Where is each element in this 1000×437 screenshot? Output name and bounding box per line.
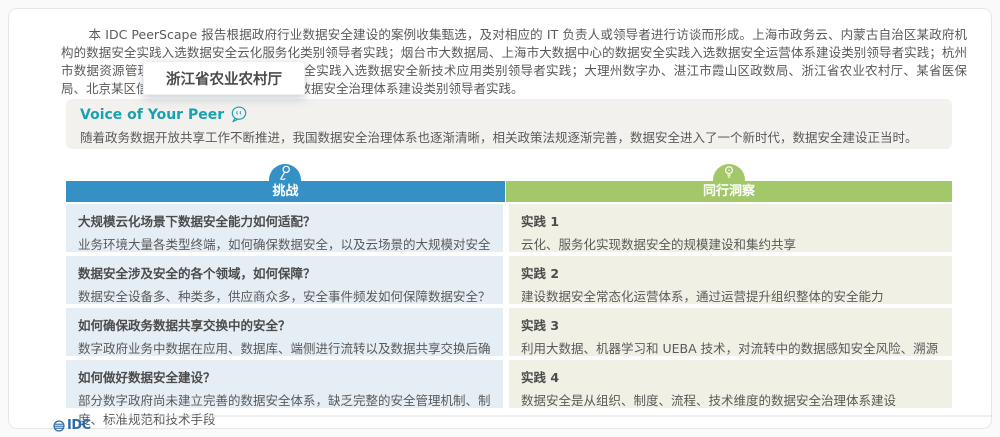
- challenge-cell-1: 大规模云化场景下数据安全能力如何适配？ 业务环境大量各类型终端，如何确保数据安全…: [66, 204, 503, 271]
- challenge-title: 数据安全涉及安全的各个领域，如何保障？: [78, 266, 316, 281]
- insight-cell-2: 实践 2 建设数据安全常态化运营体系，通过运营提升组织整体的安全能力: [509, 256, 952, 304]
- footer-divider: [105, 415, 993, 429]
- insight-cell-3: 实践 3 利用大数据、机器学习和 UEBA 技术，对流转中的数据感知安全风险、溯…: [509, 308, 952, 375]
- insight-title: 实践 1: [521, 214, 560, 229]
- speech-bubble-icon: [230, 106, 248, 123]
- challenge-title: 如何确保政务数据共享交换中的安全？: [78, 318, 291, 333]
- challenge-bump: [269, 164, 301, 181]
- voice-of-peer-panel: Voice of Your Peer 随着政务数据开放共享工作不断推进，我国数据…: [66, 99, 952, 149]
- insight-body: 云化、服务化实现数据安全的规模建设和集约共享: [521, 237, 797, 252]
- idc-logo-text: IDC: [67, 418, 91, 433]
- insight-title: 实践 2: [521, 266, 560, 281]
- challenge-title: 如何做好数据安全建设？: [78, 370, 216, 385]
- challenge-column-header: 挑战: [66, 181, 505, 202]
- tooltip-text: 浙江省农业农村厅: [166, 71, 282, 88]
- tooltip: 浙江省农业农村厅: [143, 61, 305, 95]
- idc-logo: IDC: [53, 418, 91, 433]
- voice-body: 随着政务数据开放共享工作不断推进，我国数据安全治理体系也逐渐清晰，相关政策法规逐…: [80, 130, 918, 145]
- insight-cell-1: 实践 1 云化、服务化实现数据安全的规模建设和集约共享: [509, 204, 952, 252]
- insight-body: 建设数据安全常态化运营体系，通过运营提升组织整体的安全能力: [521, 289, 884, 304]
- insight-bump: [713, 164, 745, 181]
- lightbulb-icon: [722, 165, 736, 180]
- challenge-cell-4: 如何做好数据安全建设？ 部分数字政府尚未建立完善的数据安全体系，缺乏完整的安全管…: [66, 360, 503, 427]
- globe-icon: [53, 419, 65, 432]
- voice-title: Voice of Your Peer: [80, 106, 225, 123]
- challenge-cell-2: 数据安全涉及安全的各个领域，如何保障？ 数据安全设备多、种类多，供应商众多，安全…: [66, 256, 503, 304]
- challenge-title: 大规模云化场景下数据安全能力如何适配？: [78, 214, 316, 229]
- insight-title: 实践 4: [521, 370, 560, 385]
- voice-title-row: Voice of Your Peer: [80, 106, 938, 123]
- insight-body: 数据安全是从组织、制度、流程、技术维度的数据安全治理体系建设: [521, 393, 897, 408]
- flag-icon: [278, 165, 292, 180]
- challenge-cell-3: 如何确保政务数据共享交换中的安全？ 数字政府业务中数据在应用、数据库、端侧进行流…: [66, 308, 503, 375]
- insight-title: 实践 3: [521, 318, 560, 333]
- challenge-body: 数据安全设备多、种类多，供应商众多，安全事件频发如何保障数据安全？: [78, 289, 491, 304]
- insight-column-header: 同行洞察: [506, 181, 952, 202]
- insight-cell-4: 实践 4 数据安全是从组织、制度、流程、技术维度的数据安全治理体系建设: [509, 360, 952, 408]
